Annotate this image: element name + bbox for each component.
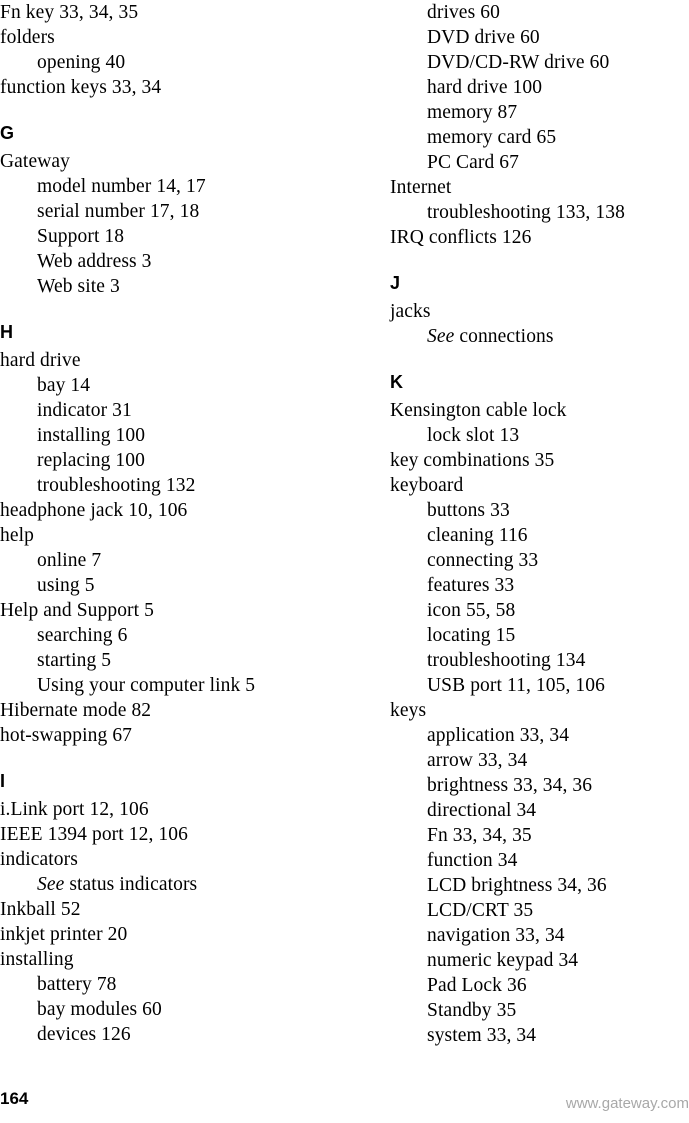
index-subentry: DVD drive 60 bbox=[427, 27, 540, 48]
index-subentry: PC Card 67 bbox=[427, 152, 520, 173]
index-entry: inkjet printer 20 bbox=[0, 924, 128, 945]
index-subentry: troubleshooting 133, 138 bbox=[427, 202, 625, 223]
index-letter-heading-k: K bbox=[390, 372, 403, 392]
index-entry: Fn key 33, 34, 35 bbox=[0, 2, 139, 23]
index-subentry: features 33 bbox=[427, 575, 515, 596]
index-subentry: Support 18 bbox=[37, 226, 125, 247]
index-subentry: buttons 33 bbox=[427, 500, 510, 521]
index-subentry: icon 55, 58 bbox=[427, 600, 516, 621]
index-subentry: devices 126 bbox=[37, 1024, 131, 1045]
index-entry: Kensington cable lock bbox=[390, 400, 567, 421]
index-subentry: DVD/CD-RW drive 60 bbox=[427, 52, 610, 73]
index-entry-group: Kensington cable lock lock slot 13 key com… bbox=[390, 398, 689, 1048]
index-subentry: serial number 17, 18 bbox=[37, 201, 200, 222]
index-entry: function keys 33, 34 bbox=[0, 77, 162, 98]
index-entry: IEEE 1394 port 12, 106 bbox=[0, 824, 188, 845]
index-entry-group: i.Link port 12, 106 IEEE 1394 port 12, 10… bbox=[0, 797, 360, 1047]
index-subentry: Web site 3 bbox=[37, 276, 120, 297]
index-entry: Help and Support 5 bbox=[0, 600, 154, 621]
index-subentry: locating 15 bbox=[427, 625, 516, 646]
index-subentry: opening 40 bbox=[37, 52, 126, 73]
index-subentry: hard drive 100 bbox=[427, 77, 543, 98]
index-entry: Hibernate mode 82 bbox=[0, 700, 152, 721]
index-subentry: Using your computer link 5 bbox=[37, 675, 256, 696]
index-column-right: drives 60 DVD drive 60 DVD/CD-RW drive 60 h… bbox=[390, 0, 689, 1048]
index-subentry: bay modules 60 bbox=[37, 999, 162, 1020]
index-column-left: Fn key 33, 34, 35 folders opening 40 functi… bbox=[0, 0, 360, 1047]
index-subentry: Pad Lock 36 bbox=[427, 975, 527, 996]
index-entry: IRQ conflicts 126 bbox=[390, 227, 532, 248]
index-entry: indicators bbox=[0, 849, 78, 870]
index-entry-group: Gateway model number 14, 17 serial number … bbox=[0, 149, 360, 299]
index-letter-heading-h: H bbox=[0, 322, 13, 342]
index-entry-group: hard drive bay 14 indicator 31 installing 1… bbox=[0, 348, 360, 748]
index-subentry: USB port 11, 105, 106 bbox=[427, 675, 605, 696]
index-letter-heading-i: I bbox=[0, 771, 6, 791]
index-subentry: LCD brightness 34, 36 bbox=[427, 875, 607, 896]
index-subentry: numeric keypad 34 bbox=[427, 950, 579, 971]
index-subentry: battery 78 bbox=[37, 974, 117, 995]
index-subentry: See connections bbox=[390, 324, 689, 349]
index-entry-group: Fn key 33, 34, 35 folders opening 40 functi… bbox=[0, 0, 360, 100]
index-subentry: bay 14 bbox=[37, 375, 91, 396]
index-entry: Internet bbox=[390, 177, 452, 198]
index-subentry: replacing 100 bbox=[37, 450, 145, 471]
index-subentry: memory card 65 bbox=[427, 127, 557, 148]
index-subentry: cleaning 116 bbox=[427, 525, 528, 546]
index-subentry: troubleshooting 134 bbox=[427, 650, 586, 671]
index-entry: Gateway bbox=[0, 151, 70, 172]
index-subentry: troubleshooting 132 bbox=[37, 475, 196, 496]
index-entry-group: jacks See connections bbox=[390, 299, 689, 349]
index-entry: keyboard bbox=[390, 475, 464, 496]
index-entry: hard drive bbox=[0, 350, 81, 371]
index-entry: i.Link port 12, 106 bbox=[0, 799, 149, 820]
index-subentry: function 34 bbox=[427, 850, 518, 871]
index-letter-heading-j: J bbox=[390, 273, 401, 293]
index-subentry: memory 87 bbox=[427, 102, 518, 123]
index-subentry: brightness 33, 34, 36 bbox=[427, 775, 593, 796]
footer-url: www.gateway.com bbox=[565, 1095, 689, 1112]
index-see-reference: See bbox=[427, 326, 455, 347]
index-subentry: indicator 31 bbox=[37, 400, 132, 421]
index-subentry: using 5 bbox=[37, 575, 95, 596]
index-subentry: searching 6 bbox=[37, 625, 128, 646]
index-entry: headphone jack 10, 106 bbox=[0, 500, 188, 521]
index-subentry: directional 34 bbox=[427, 800, 537, 821]
index-entry: Inkball 52 bbox=[0, 899, 81, 920]
index-subentry: connecting 33 bbox=[427, 550, 539, 571]
index-entry: folders bbox=[0, 27, 55, 48]
index-entry: installing bbox=[0, 949, 74, 970]
index-page: Fn key 33, 34, 35 folders opening 40 functi… bbox=[0, 0, 689, 1123]
index-entry-group: drives 60 DVD drive 60 DVD/CD-RW drive 60 h… bbox=[390, 0, 689, 250]
index-subentry: online 7 bbox=[37, 550, 102, 571]
index-subentry: Standby 35 bbox=[427, 1000, 517, 1021]
page-footer: 164 www.gateway.com bbox=[0, 1089, 689, 1123]
index-subentry: arrow 33, 34 bbox=[427, 750, 528, 771]
index-subentry: system 33, 34 bbox=[427, 1025, 537, 1046]
index-subentry: model number 14, 17 bbox=[37, 176, 206, 197]
index-subentry: application 33, 34 bbox=[427, 725, 570, 746]
index-entry: key combinations 35 bbox=[390, 450, 555, 471]
index-see-reference: See bbox=[37, 874, 65, 895]
index-entry: jacks bbox=[390, 301, 431, 322]
index-entry: hot-swapping 67 bbox=[0, 725, 133, 746]
index-subentry: drives 60 bbox=[427, 2, 500, 23]
index-see-target: connections bbox=[454, 326, 554, 347]
index-subentry: Web address 3 bbox=[37, 251, 152, 272]
index-subentry: starting 5 bbox=[37, 650, 112, 671]
index-subentry: LCD/CRT 35 bbox=[427, 900, 534, 921]
index-entry: keys bbox=[390, 700, 427, 721]
index-subentry: See status indicators bbox=[0, 872, 360, 897]
page-number: 164 bbox=[0, 1089, 29, 1108]
index-entry: help bbox=[0, 525, 34, 546]
index-subentry: Fn 33, 34, 35 bbox=[427, 825, 532, 846]
index-subentry: lock slot 13 bbox=[427, 425, 520, 446]
index-subentry: navigation 33, 34 bbox=[427, 925, 565, 946]
index-letter-heading-g: G bbox=[0, 123, 15, 143]
index-subentry: installing 100 bbox=[37, 425, 146, 446]
index-see-target: status indicators bbox=[64, 874, 198, 895]
